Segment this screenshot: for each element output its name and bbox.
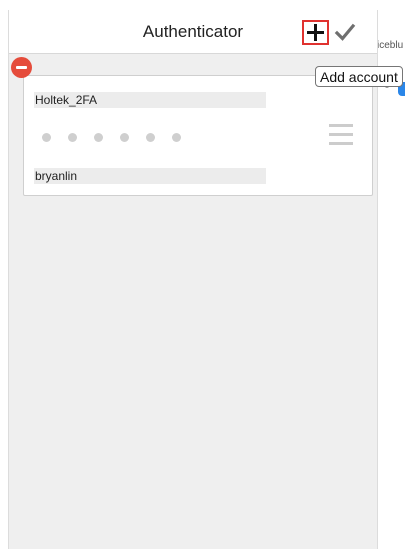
check-icon bbox=[334, 23, 356, 41]
code-dot bbox=[68, 133, 77, 142]
authenticator-popup: Authenticator Holtek_2FA bryanlin bbox=[8, 10, 378, 549]
popup-header: Authenticator bbox=[9, 10, 377, 54]
add-account-button[interactable] bbox=[302, 20, 329, 45]
code-dot bbox=[94, 133, 103, 142]
add-account-tooltip: Add account bbox=[315, 66, 403, 87]
code-dot bbox=[42, 133, 51, 142]
hidden-code bbox=[42, 133, 181, 142]
drag-handle-icon[interactable] bbox=[329, 124, 353, 146]
screen: iceblu Authenticator Holtek_2FA bryanlin… bbox=[0, 0, 405, 549]
plus-icon bbox=[307, 24, 324, 41]
background-page-text: iceblu bbox=[377, 40, 404, 51]
code-dot bbox=[120, 133, 129, 142]
code-dot bbox=[172, 133, 181, 142]
code-dot bbox=[146, 133, 155, 142]
remove-account-button[interactable] bbox=[11, 57, 32, 78]
done-button[interactable] bbox=[334, 21, 356, 43]
account-card[interactable]: Holtek_2FA bryanlin bbox=[23, 75, 373, 196]
account-name[interactable]: bryanlin bbox=[34, 168, 266, 184]
account-issuer[interactable]: Holtek_2FA bbox=[34, 92, 266, 108]
